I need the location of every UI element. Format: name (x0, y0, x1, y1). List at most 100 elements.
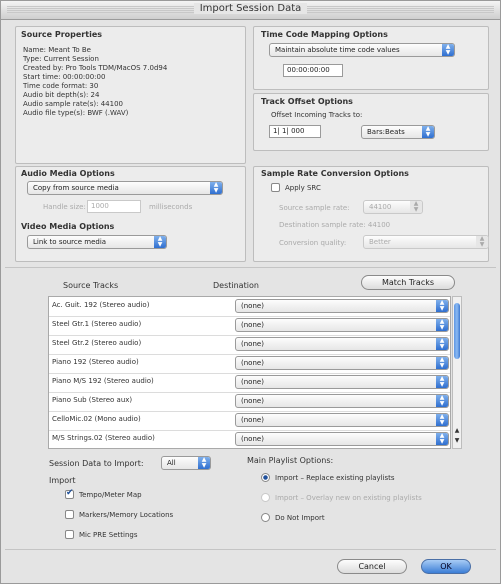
timecode-field[interactable]: 00:00:00:00 (283, 64, 343, 77)
title-bar[interactable]: Import Session Data (1, 1, 500, 20)
handle-size-field[interactable]: 1000 (87, 200, 141, 213)
ok-button[interactable]: OK (421, 559, 471, 574)
track-destination-popup[interactable]: (none) ▲ ▼ (235, 337, 449, 351)
time-code-mapping-popup[interactable]: Maintain absolute time code values ▲ ▼ (269, 43, 455, 57)
mic-pre-settings-checkbox[interactable] (65, 530, 74, 539)
table-row: Piano 192 (Stereo audio) (none) ▲ ▼ (49, 354, 450, 374)
track-destination-popup[interactable]: (none) ▲ ▼ (235, 413, 449, 427)
replace-playlists-radio[interactable] (261, 473, 270, 482)
source-name: Name: Meant To Be (23, 46, 91, 54)
cancel-button[interactable]: Cancel (337, 559, 407, 574)
source-bit-depth: Audio bit depth(s): 24 (23, 91, 100, 99)
table-row: Piano Sub (Stereo aux) (none) ▲ ▼ (49, 392, 450, 412)
track-name: M/S Strings.02 (Stereo audio) (52, 434, 155, 442)
track-destination-value: (none) (241, 340, 264, 348)
overlay-playlists-label: Import – Overlay new on existing playlis… (275, 494, 422, 502)
table-row: Steel Gtr.2 (Stereo audio) (none) ▲ ▼ (49, 335, 450, 355)
session-data-value: All (167, 459, 176, 467)
destination-sample-rate-label: Destination sample rate: 44100 (279, 221, 391, 229)
track-destination-value: (none) (241, 321, 264, 329)
source-file-type: Audio file type(s): BWF (.WAV) (23, 109, 129, 117)
track-offset-unit-popup[interactable]: Bars:Beats ▲ ▼ (361, 125, 435, 139)
track-destination-value: (none) (241, 378, 264, 386)
sample-rate-heading: Sample Rate Conversion Options (261, 169, 409, 178)
footer-divider (5, 549, 496, 550)
source-properties-heading: Source Properties (21, 30, 103, 39)
video-media-popup[interactable]: Link to source media ▲ ▼ (27, 235, 167, 249)
up-down-arrows-icon: ▲ ▼ (436, 376, 448, 388)
track-destination-popup[interactable]: (none) ▲ ▼ (235, 432, 449, 446)
track-offset-label: Offset Incoming Tracks to: (271, 111, 363, 119)
handle-size-label: Handle size: (43, 203, 86, 211)
track-destination-popup[interactable]: (none) ▲ ▼ (235, 375, 449, 389)
apply-src-checkbox[interactable] (271, 183, 280, 192)
source-sample-rate-popup[interactable]: 44100 ▲ ▼ (363, 200, 423, 214)
up-down-arrows-icon: ▲ ▼ (436, 300, 448, 312)
track-name: Ac. Guit. 192 (Stereo audio) (52, 301, 150, 309)
track-name: Piano 192 (Stereo audio) (52, 358, 139, 366)
table-row: M/S Strings.02 (Stereo audio) (none) ▲ ▼ (49, 430, 450, 449)
time-code-mapping-heading: Time Code Mapping Options (261, 30, 388, 39)
main-playlist-options-heading: Main Playlist Options: (247, 456, 334, 465)
source-created-by: Created by: Pro Tools TDM/MacOS 7.0d94 (23, 64, 168, 72)
session-data-label: Session Data to Import: (49, 459, 144, 468)
track-destination-value: (none) (241, 416, 264, 424)
table-row: CelloMic.02 (Mono audio) (none) ▲ ▼ (49, 411, 450, 431)
track-offset-unit-value: Bars:Beats (367, 128, 405, 136)
source-tracks-column-header: Source Tracks (63, 281, 119, 290)
track-destination-value: (none) (241, 397, 264, 405)
up-down-arrows-icon: ▲ ▼ (436, 395, 448, 407)
table-row: Ac. Guit. 192 (Stereo audio) (none) ▲ ▼ (49, 297, 450, 317)
session-data-popup[interactable]: All ▲ ▼ (161, 456, 211, 470)
source-start-time: Start time: 00:00:00:00 (23, 73, 106, 81)
track-name: Steel Gtr.2 (Stereo audio) (52, 339, 142, 347)
up-down-arrows-icon: ▲ ▼ (436, 433, 448, 445)
destination-column-header: Destination (213, 281, 259, 290)
track-offset-field[interactable]: 1| 1| 000 (269, 125, 321, 138)
do-not-import-radio[interactable] (261, 513, 270, 522)
scroll-up-arrow-icon[interactable]: ▲ (453, 427, 461, 434)
up-down-arrows-icon: ▲ ▼ (436, 357, 448, 369)
apply-src-label: Apply SRC (285, 184, 321, 192)
source-sample-rate: Audio sample rate(s): 44100 (23, 100, 123, 108)
track-offset-heading: Track Offset Options (261, 97, 353, 106)
source-type: Type: Current Session (23, 55, 99, 63)
track-destination-popup[interactable]: (none) ▲ ▼ (235, 394, 449, 408)
markers-memory-locations-label: Markers/Memory Locations (79, 511, 174, 519)
track-destination-value: (none) (241, 435, 264, 443)
conversion-quality-label: Conversion quality: (279, 239, 347, 247)
time-code-mapping-value: Maintain absolute time code values (275, 46, 400, 54)
up-down-arrows-icon: ▲ ▼ (436, 338, 448, 350)
conversion-quality-popup[interactable]: Better ▲ ▼ (363, 235, 489, 249)
up-down-arrows-icon: ▲ ▼ (198, 457, 210, 469)
window-title: Import Session Data (1, 3, 500, 14)
up-down-arrows-icon: ▲ ▼ (410, 201, 422, 213)
source-sample-rate-label: Source sample rate: (279, 204, 350, 212)
video-media-heading: Video Media Options (21, 222, 115, 231)
track-destination-popup[interactable]: (none) ▲ ▼ (235, 356, 449, 370)
conversion-quality-value: Better (369, 238, 391, 246)
tempo-meter-map-checkbox[interactable] (65, 488, 74, 499)
mic-pre-settings-label: Mic PRE Settings (79, 531, 138, 539)
markers-memory-locations-checkbox[interactable] (65, 510, 74, 519)
audio-media-popup[interactable]: Copy from source media ▲ ▼ (27, 181, 223, 195)
track-name: Piano Sub (Stereo aux) (52, 396, 133, 404)
video-media-value: Link to source media (33, 238, 107, 246)
scrollbar-thumb[interactable] (454, 303, 460, 359)
import-session-data-dialog: Import Session Data Source Properties Na… (0, 0, 501, 584)
track-destination-popup[interactable]: (none) ▲ ▼ (235, 318, 449, 332)
overlay-playlists-radio[interactable] (261, 493, 270, 502)
audio-media-value: Copy from source media (33, 184, 119, 192)
track-name: CelloMic.02 (Mono audio) (52, 415, 141, 423)
table-row: Steel Gtr.1 (Stereo audio) (none) ▲ ▼ (49, 316, 450, 336)
scroll-down-arrow-icon[interactable]: ▼ (453, 437, 461, 444)
up-down-arrows-icon: ▲ ▼ (422, 126, 434, 138)
up-down-arrows-icon: ▲ ▼ (436, 414, 448, 426)
tracks-scrollbar[interactable]: ▲ ▼ (452, 296, 462, 449)
import-heading: Import (49, 476, 76, 485)
source-timecode-format: Time code format: 30 (23, 82, 99, 90)
section-divider (5, 267, 496, 268)
audio-media-heading: Audio Media Options (21, 169, 115, 178)
match-tracks-button[interactable]: Match Tracks (361, 275, 455, 290)
track-destination-popup[interactable]: (none) ▲ ▼ (235, 299, 449, 313)
